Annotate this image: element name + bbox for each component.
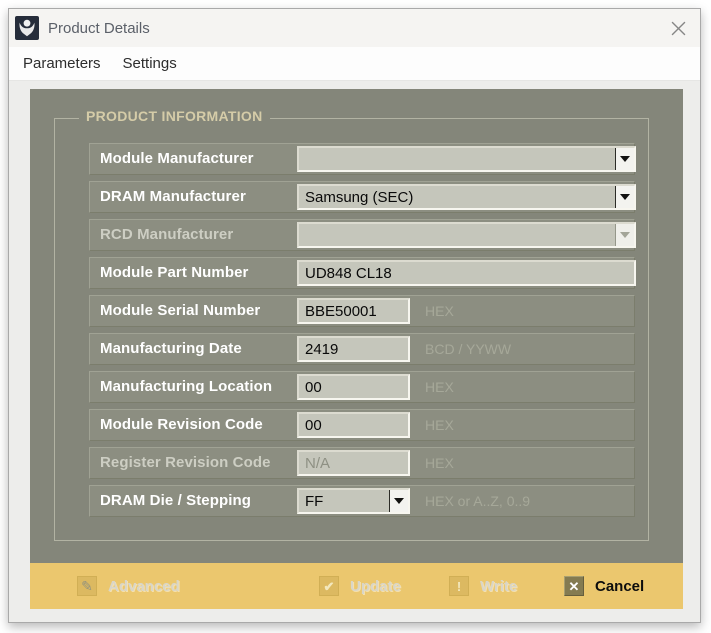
exclamation-icon: !: [449, 576, 469, 596]
advanced-button: ✎ Advanced: [77, 563, 180, 609]
field-row-dram-manufacturer: DRAM Manufacturer Samsung (SEC): [89, 181, 636, 213]
field-label-module-manufacturer: Module Manufacturer: [100, 150, 254, 167]
module-revision-code-input[interactable]: 00: [297, 412, 410, 438]
field-hint-manufacturing-location: HEX: [425, 379, 454, 395]
field-value-module-part-number: UD848 CL18: [305, 264, 392, 282]
field-value-dram-die-stepping: FF: [305, 492, 324, 510]
manufacturing-location-input[interactable]: 00: [297, 374, 410, 400]
update-button-label: Update: [350, 577, 401, 595]
close-x-icon: ✕: [564, 576, 584, 596]
field-value-dram-manufacturer: Samsung (SEC): [305, 188, 414, 206]
field-value-manufacturing-location: 00: [305, 378, 322, 396]
field-row-module-serial-number: Module Serial Number BBE50001 HEX: [89, 295, 635, 327]
field-hint-module-serial-number: HEX: [425, 303, 454, 319]
menu-item-settings[interactable]: Settings: [112, 47, 188, 80]
field-label-manufacturing-date: Manufacturing Date: [100, 340, 242, 357]
field-value-manufacturing-date: 2419: [305, 340, 339, 358]
field-row-manufacturing-location: Manufacturing Location 00 HEX: [89, 371, 635, 403]
field-label-module-part-number: Module Part Number: [100, 264, 249, 281]
field-row-module-part-number: Module Part Number UD848 CL18: [89, 257, 636, 289]
field-label-dram-manufacturer: DRAM Manufacturer: [100, 188, 246, 205]
advanced-button-label: Advanced: [108, 577, 180, 595]
dropdown-arrow-icon: [615, 224, 634, 246]
menu-item-parameters[interactable]: Parameters: [12, 47, 112, 80]
field-row-dram-die-stepping: DRAM Die / Stepping FF HEX or A..Z, 0..9: [89, 485, 635, 517]
dram-die-stepping-combo[interactable]: FF: [297, 488, 410, 514]
dropdown-arrow-icon[interactable]: [389, 490, 408, 512]
field-value-register-revision-code: N/A: [305, 454, 331, 472]
write-button-label: Write: [480, 577, 518, 595]
title-bar: Product Details: [9, 9, 700, 47]
app-logo-icon: [15, 16, 39, 40]
field-hint-manufacturing-date: BCD / YYWW: [425, 341, 512, 357]
field-value-module-revision-code: 00: [305, 416, 322, 434]
product-details-window: Product Details Parameters Settings PROD…: [8, 8, 701, 623]
close-icon[interactable]: [665, 15, 691, 41]
module-serial-number-input[interactable]: BBE50001: [297, 298, 410, 324]
field-label-manufacturing-location: Manufacturing Location: [100, 378, 273, 395]
menu-bar: Parameters Settings: [9, 47, 700, 81]
module-manufacturer-combo[interactable]: [297, 146, 636, 172]
dropdown-arrow-icon[interactable]: [615, 186, 634, 208]
update-button: ✔ Update: [319, 563, 401, 609]
field-hint-module-revision-code: HEX: [425, 417, 454, 433]
field-label-rcd-manufacturer: RCD Manufacturer: [100, 226, 234, 243]
field-row-rcd-manufacturer: RCD Manufacturer: [89, 219, 636, 251]
field-hint-dram-die-stepping: HEX or A..Z, 0..9: [425, 493, 531, 509]
form-panel: PRODUCT INFORMATION Module Manufacturer D…: [30, 89, 683, 563]
register-revision-code-input: N/A: [297, 450, 410, 476]
dram-manufacturer-combo[interactable]: Samsung (SEC): [297, 184, 636, 210]
write-button: ! Write: [449, 563, 517, 609]
field-label-module-serial-number: Module Serial Number: [100, 302, 261, 319]
field-label-register-revision-code: Register Revision Code: [100, 454, 271, 471]
field-row-manufacturing-date: Manufacturing Date 2419 BCD / YYWW: [89, 333, 635, 365]
cancel-button[interactable]: ✕ Cancel: [564, 563, 644, 609]
field-label-module-revision-code: Module Revision Code: [100, 416, 263, 433]
manufacturing-date-input[interactable]: 2419: [297, 336, 410, 362]
field-label-dram-die-stepping: DRAM Die / Stepping: [100, 492, 252, 509]
window-title: Product Details: [48, 19, 150, 37]
checkmark-icon: ✔: [319, 576, 339, 596]
footer-bar: ✎ Advanced ✔ Update ! Write ✕ Cancel: [30, 563, 683, 609]
field-hint-register-revision-code: HEX: [425, 455, 454, 471]
field-row-module-manufacturer: Module Manufacturer: [89, 143, 636, 175]
field-value-module-serial-number: BBE50001: [305, 302, 377, 320]
module-part-number-input[interactable]: UD848 CL18: [297, 260, 636, 286]
rcd-manufacturer-combo: [297, 222, 636, 248]
pencil-icon: ✎: [77, 576, 97, 596]
groupbox-title: PRODUCT INFORMATION: [79, 108, 270, 124]
field-row-register-revision-code: Register Revision Code N/A HEX: [89, 447, 635, 479]
cancel-button-label: Cancel: [595, 577, 645, 595]
field-row-module-revision-code: Module Revision Code 00 HEX: [89, 409, 635, 441]
dropdown-arrow-icon[interactable]: [615, 148, 634, 170]
